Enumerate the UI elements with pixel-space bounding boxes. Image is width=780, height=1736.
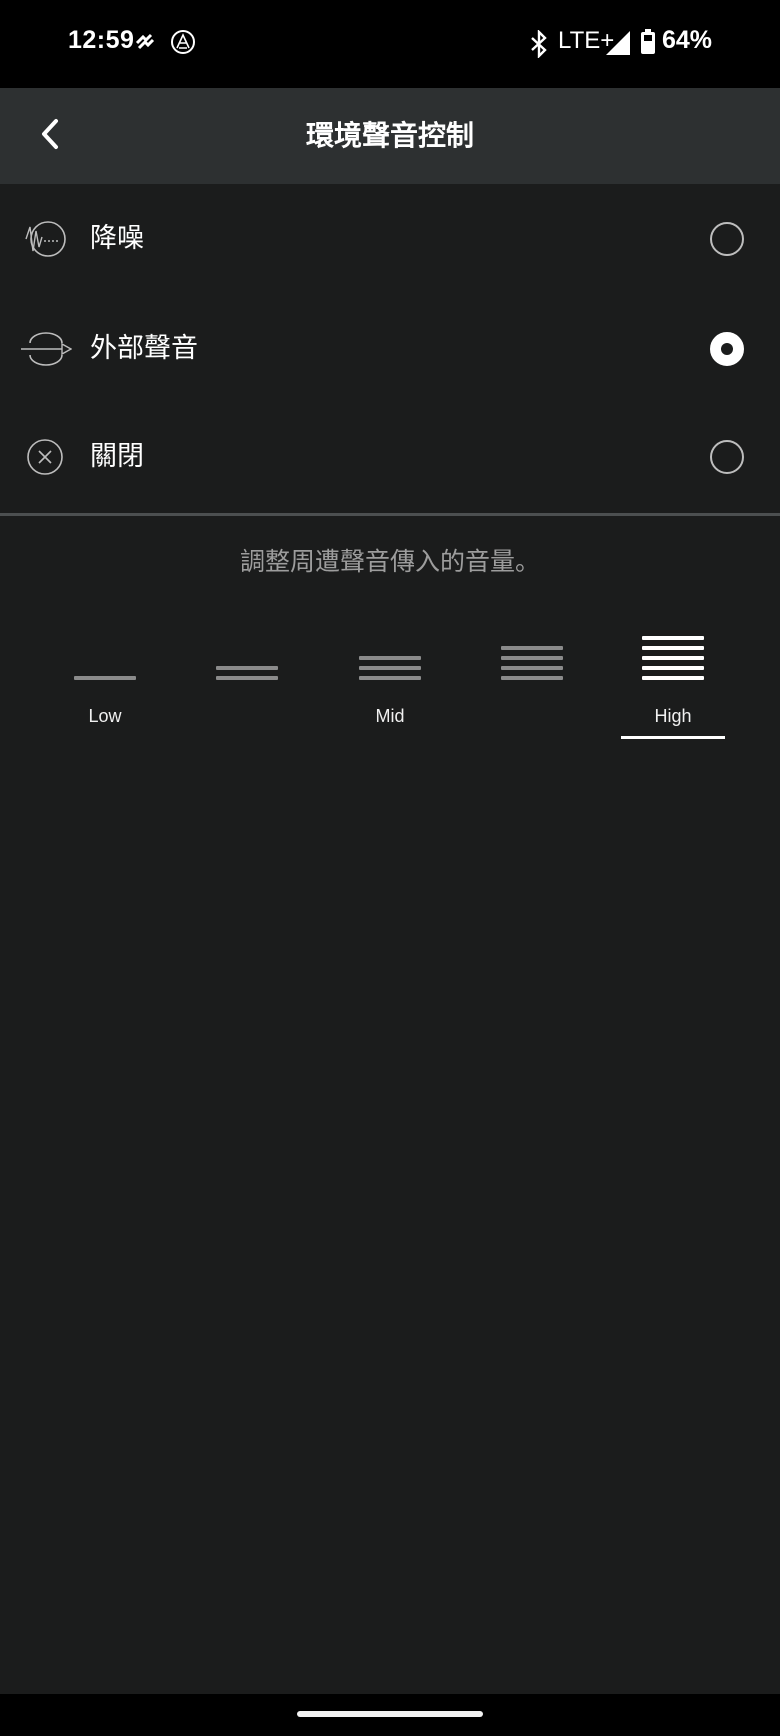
notification-app-icon: [134, 31, 156, 57]
audio-technica-icon: [170, 29, 196, 59]
radio-button[interactable]: [710, 440, 744, 474]
mode-option-off[interactable]: 關閉: [0, 403, 780, 511]
level-bars-icon: [330, 656, 450, 680]
selected-level-indicator: [621, 736, 725, 739]
level-option-2[interactable]: [187, 620, 307, 740]
status-time: 12:59: [68, 26, 135, 54]
bluetooth-icon: [528, 29, 550, 62]
hear-through-icon: [20, 329, 73, 369]
page-title: 環境聲音控制: [305, 119, 474, 152]
back-button[interactable]: [22, 108, 78, 164]
status-bar: 12:59 LTE+ 64%: [0, 0, 780, 88]
level-bars-icon: [613, 636, 733, 680]
level-label: High: [654, 706, 692, 726]
noise-cancel-icon: [22, 219, 70, 259]
mode-label: 降噪: [90, 223, 144, 254]
level-bars-icon: [472, 646, 592, 680]
mode-option-noise-cancel[interactable]: 降噪: [0, 185, 780, 293]
level-bars-icon: [187, 666, 307, 680]
battery-icon: [640, 29, 656, 59]
radio-button[interactable]: [710, 222, 744, 256]
level-label: Low: [88, 706, 122, 726]
level-option-mid[interactable]: Mid: [330, 620, 450, 740]
section-divider: [0, 513, 780, 516]
chevron-left-icon: [39, 118, 61, 154]
signal-icon: [606, 31, 630, 59]
battery-percent: 64%: [662, 26, 713, 54]
radio-button-selected[interactable]: [710, 332, 744, 366]
level-option-high[interactable]: High: [613, 620, 733, 740]
level-hint-text: 調整周遭聲音傳入的音量。: [239, 547, 540, 576]
level-option-4[interactable]: [472, 620, 592, 740]
mode-label: 外部聲音: [90, 333, 198, 364]
level-bars-icon: [45, 676, 165, 680]
level-option-low[interactable]: Low: [45, 620, 165, 740]
app-bar: 環境聲音控制: [0, 88, 780, 184]
gesture-handle[interactable]: [297, 1711, 483, 1717]
mode-label: 關閉: [90, 441, 144, 472]
level-label: Mid: [375, 706, 405, 726]
mode-option-hear-through[interactable]: 外部聲音: [0, 295, 780, 403]
off-x-icon: [22, 437, 70, 477]
